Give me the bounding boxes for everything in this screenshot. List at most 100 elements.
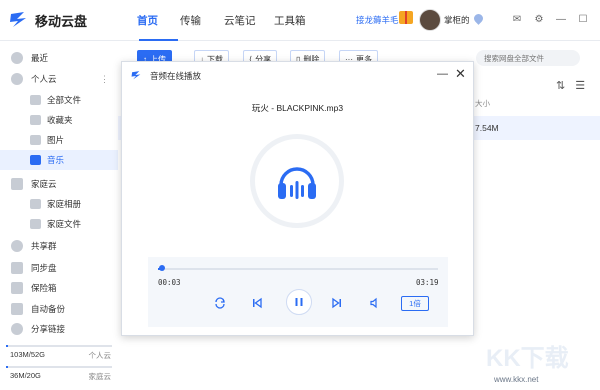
more-icon[interactable]: ⋮ [100,74,109,85]
close-icon[interactable]: ✕ [455,66,466,82]
sidebar-item-auto-backup[interactable]: 自动备份 [0,299,118,319]
sidebar-item-label: 同步盘 [31,263,57,273]
group-icon [11,240,23,252]
sidebar-item-label: 自动备份 [31,304,66,314]
clock-icon [11,52,23,64]
minimize-icon[interactable]: — [554,12,568,26]
dialog-header: 音频在线播放 — ✕ [122,62,473,88]
pause-button[interactable] [286,289,312,315]
sync-icon [11,262,23,274]
sidebar-item-label: 个人云 [31,74,57,84]
sidebar-item-sync-drive[interactable]: 同步盘 [0,258,118,278]
sort-icon[interactable]: ⇅ [556,79,565,92]
next-icon[interactable] [329,295,345,311]
app-title: 移动云盘 [35,13,88,29]
storage-fill [6,366,8,368]
top-bar: 移动云盘 首页 传输 云笔记 工具箱 接龙薅羊毛 掌柜的 ✉ ⚙ — ☐ ✕ [0,0,600,41]
album-icon [30,199,41,209]
cloud-icon [11,73,23,85]
storage-bar-family [6,366,112,368]
sidebar-item-personal-cloud[interactable]: 个人云 ⋮ [0,69,118,89]
progress-bar[interactable] [158,265,438,271]
gear-icon[interactable]: ⚙ [532,12,546,26]
promo-link[interactable]: 接龙薅羊毛 [356,14,399,26]
album-disc [250,134,344,228]
time-total: 03:19 [416,278,439,287]
sidebar-item-pictures[interactable]: 图片 [0,130,118,150]
sidebar-item-label: 图片 [47,135,65,145]
sidebar-item-all-files[interactable]: 全部文件 [0,90,118,110]
sidebar-item-label: 家庭相册 [47,199,82,209]
storage-bar-personal [6,345,112,347]
time-current: 00:03 [158,278,181,287]
storage-label: 家庭云 [88,372,112,381]
cloud-logo-icon [10,12,26,27]
backup-icon [11,303,23,315]
vip-badge-icon [472,12,485,25]
sidebar-item-label: 保险箱 [31,283,57,293]
link-icon [11,323,23,335]
file-size: 7.54M [475,123,499,133]
sidebar-item-favorites[interactable]: 收藏夹 [0,110,118,130]
track-title: 玩火 - BLACKPINK.mp3 [251,103,344,113]
sidebar-item-label: 音乐 [47,155,65,165]
mail-icon[interactable]: ✉ [510,12,524,26]
sidebar-item-recent[interactable]: 最近 [0,48,118,68]
previous-icon[interactable] [249,295,265,311]
tab-home[interactable]: 首页 [137,13,180,41]
storage-label: 个人云 [88,351,112,360]
sidebar: 最近 个人云 ⋮ 全部文件 收藏夹 图片 音乐 家庭云 家庭相册 家庭文件 共享… [0,41,118,390]
list-tools: ⇅ ☰ [556,79,585,92]
sidebar-item-family-cloud[interactable]: 家庭云 [0,174,118,194]
player-controls: 00:03 03:19 1倍 [148,257,448,327]
sidebar-item-label: 全部文件 [47,95,82,105]
minimize-icon[interactable]: — [437,68,448,80]
window-controls: ✉ ⚙ — ☐ ✕ [510,12,600,26]
sidebar-item-label: 最近 [31,53,49,63]
sidebar-item-family-files[interactable]: 家庭文件 [0,214,118,234]
pause-icon [295,298,303,306]
dialog-title: 音频在线播放 [150,71,202,81]
cloud-logo-icon [131,71,141,80]
tab-transfer[interactable]: 传输 [180,13,224,28]
sidebar-item-share-links[interactable]: 分享链接 [0,319,118,339]
star-icon [30,115,41,125]
gift-icon[interactable] [399,11,413,24]
tab-cloud-notes[interactable]: 云笔记 [224,13,274,28]
family-icon [11,178,23,190]
storage-used: 103M/52G [10,350,46,359]
app-logo[interactable]: 移动云盘 [8,10,87,30]
watermark-logo: KK下载 [486,345,569,372]
view-list-icon[interactable]: ☰ [575,79,585,92]
avatar[interactable] [419,9,441,31]
music-icon [30,155,41,165]
repeat-icon[interactable] [212,295,228,311]
watermark-url: www.kkx.net [494,375,539,384]
folder-icon [30,219,41,229]
maximize-icon[interactable]: ☐ [576,12,590,26]
main-nav: 首页 传输 云笔记 工具箱 [137,13,318,41]
sidebar-item-label: 分享链接 [31,324,66,334]
audio-player-dialog: 音频在线播放 — ✕ 玩火 - BLACKPINK.mp3 00:03 03:1… [121,61,474,336]
sidebar-item-label: 共享群 [31,241,57,251]
image-icon [30,135,41,145]
sidebar-item-label: 收藏夹 [47,115,73,125]
tab-toolbox[interactable]: 工具箱 [274,13,318,28]
sidebar-item-share-group[interactable]: 共享群 [0,236,118,256]
username[interactable]: 掌柜的 [444,14,470,26]
search-input[interactable] [476,50,580,66]
folder-icon [30,95,41,105]
size-column-header[interactable]: 大小 [475,98,490,109]
safe-icon [11,282,23,294]
progress-knob[interactable] [159,265,166,271]
headphones-icon [278,167,316,199]
sidebar-item-label: 家庭文件 [47,219,82,229]
sidebar-item-music[interactable]: 音乐 [0,150,118,170]
sidebar-item-safe-box[interactable]: 保险箱 [0,278,118,298]
sidebar-item-label: 家庭云 [31,179,57,189]
storage-used: 36M/20G [10,371,41,380]
sidebar-item-family-album[interactable]: 家庭相册 [0,194,118,214]
storage-fill [6,345,8,347]
speed-button[interactable]: 1倍 [401,296,429,311]
volume-icon[interactable] [367,295,383,311]
